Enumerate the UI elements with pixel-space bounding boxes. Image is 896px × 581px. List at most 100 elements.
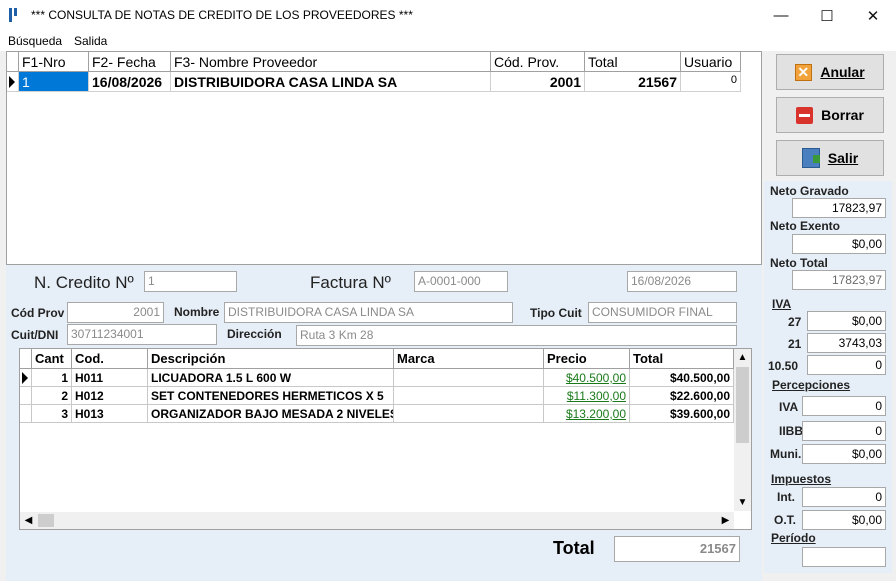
- row-indicator: [7, 72, 19, 92]
- iva-27-label: 27: [788, 315, 802, 329]
- iva-1050-field[interactable]: 0: [807, 355, 886, 375]
- menu-salida[interactable]: Salida: [74, 34, 107, 48]
- item-precio[interactable]: $13.200,00: [544, 405, 630, 423]
- cuit-field[interactable]: 30711234001: [67, 324, 217, 345]
- item-cod[interactable]: H012: [72, 387, 148, 405]
- items-col-descripcion[interactable]: Descripción: [148, 349, 394, 369]
- tipo-cuit-label: Tipo Cuit: [530, 306, 582, 320]
- items-vertical-scrollbar[interactable]: ▲ ▼: [734, 349, 751, 511]
- direccion-field[interactable]: Ruta 3 Km 28: [296, 325, 737, 346]
- tipo-cuit-field[interactable]: CONSUMIDOR FINAL: [588, 302, 737, 323]
- neto-gravado-label: Neto Gravado: [770, 184, 849, 198]
- periodo-field[interactable]: [802, 547, 886, 567]
- items-col-precio[interactable]: Precio: [544, 349, 630, 369]
- neto-exento-label: Neto Exento: [770, 219, 841, 233]
- close-button[interactable]: ✕: [850, 0, 896, 31]
- cell-fecha[interactable]: 16/08/2026: [89, 72, 171, 92]
- col-header-proveedor[interactable]: F3- Nombre Proveedor: [171, 52, 491, 72]
- fecha-field[interactable]: 16/08/2026: [627, 271, 737, 292]
- cell-total[interactable]: 21567: [585, 72, 681, 92]
- item-cant[interactable]: 1: [32, 369, 72, 387]
- iva-section-label: IVA: [772, 297, 792, 311]
- items-horizontal-scrollbar[interactable]: ◀ ▶: [20, 512, 734, 529]
- col-header-total[interactable]: Total: [585, 52, 681, 72]
- perc-iva-field[interactable]: 0: [802, 396, 886, 416]
- item-descripcion[interactable]: SET CONTENEDORES HERMETICOS X 5: [148, 387, 394, 405]
- item-precio[interactable]: $40.500,00: [544, 369, 630, 387]
- total-field[interactable]: 21567: [614, 536, 740, 562]
- item-precio-link[interactable]: $13.200,00: [566, 407, 626, 421]
- nombre-label: Nombre: [174, 305, 220, 319]
- perc-muni-field[interactable]: $0,00: [802, 444, 886, 464]
- neto-gravado-field[interactable]: 17823,97: [792, 198, 886, 218]
- item-descripcion[interactable]: LICUADORA 1.5 L 600 W: [148, 369, 394, 387]
- borrar-button[interactable]: Borrar: [776, 97, 884, 133]
- item-precio-link[interactable]: $11.300,00: [567, 389, 626, 403]
- scroll-up-icon[interactable]: ▲: [734, 349, 751, 366]
- item-total[interactable]: $39.600,00: [630, 405, 734, 423]
- cell-nro[interactable]: 1: [19, 72, 89, 92]
- impuestos-int-field[interactable]: 0: [802, 487, 886, 507]
- total-label: Total: [553, 538, 595, 558]
- item-cant[interactable]: 2: [32, 387, 72, 405]
- items-row-indicator: [20, 387, 32, 405]
- minimize-button[interactable]: —: [758, 0, 804, 31]
- scroll-down-icon[interactable]: ▼: [734, 494, 751, 511]
- item-descripcion[interactable]: ORGANIZADOR BAJO MESADA 2 NIVELES: [148, 405, 394, 423]
- impuestos-label: Impuestos: [771, 472, 832, 486]
- col-header-cod-prov[interactable]: Cód. Prov.: [491, 52, 585, 72]
- impuestos-ot-field[interactable]: $0,00: [802, 510, 886, 530]
- item-cod[interactable]: H013: [72, 405, 148, 423]
- iva-1050-label: 10.50: [768, 359, 799, 373]
- items-grid[interactable]: Cant Cod. Descripción Marca Precio Total…: [19, 348, 752, 530]
- scroll-left-icon[interactable]: ◀: [20, 512, 37, 529]
- cell-cod-prov[interactable]: 2001: [491, 72, 585, 92]
- n-credito-field[interactable]: 1: [144, 271, 237, 292]
- iva-21-label: 21: [788, 337, 802, 351]
- scroll-right-icon[interactable]: ▶: [717, 512, 734, 529]
- impuestos-ot-label: O.T.: [774, 513, 797, 527]
- item-marca[interactable]: [394, 369, 544, 387]
- item-total[interactable]: $22.600,00: [630, 387, 734, 405]
- cell-usuario[interactable]: 0: [681, 72, 741, 92]
- menu-busqueda[interactable]: Búsqueda: [8, 34, 62, 48]
- cod-prov-field[interactable]: 2001: [67, 302, 164, 323]
- items-col-cant[interactable]: Cant: [32, 349, 72, 369]
- cell-proveedor[interactable]: DISTRIBUIDORA CASA LINDA SA: [171, 72, 491, 92]
- items-col-total[interactable]: Total: [630, 349, 734, 369]
- maximize-button[interactable]: ☐: [804, 0, 850, 31]
- cuit-label: Cuit/DNI: [11, 328, 59, 342]
- item-precio[interactable]: $11.300,00: [544, 387, 630, 405]
- neto-total-label: Neto Total: [770, 256, 828, 270]
- neto-total-field[interactable]: 17823,97: [792, 270, 886, 290]
- anular-button[interactable]: ✕ Anular: [776, 54, 884, 90]
- cancel-icon: ✕: [795, 63, 813, 81]
- items-col-marca[interactable]: Marca: [394, 349, 544, 369]
- items-indicator-header: [20, 349, 32, 369]
- app-icon: [9, 8, 21, 22]
- col-header-fecha[interactable]: F2- Fecha: [89, 52, 171, 72]
- neto-exento-field[interactable]: $0,00: [792, 234, 886, 254]
- factura-field[interactable]: A-0001-000: [414, 271, 508, 292]
- salir-button[interactable]: Salir: [776, 140, 884, 176]
- title-bar: *** CONSULTA DE NOTAS DE CREDITO DE LOS …: [0, 0, 896, 31]
- col-header-nro[interactable]: F1-Nro: [19, 52, 89, 72]
- nombre-field[interactable]: DISTRIBUIDORA CASA LINDA SA: [224, 302, 513, 323]
- row-indicator-header: [7, 52, 19, 72]
- iva-27-field[interactable]: $0,00: [807, 311, 886, 331]
- perc-iibb-field[interactable]: 0: [802, 421, 886, 441]
- credit-notes-grid[interactable]: F1-Nro F2- Fecha F3- Nombre Proveedor Có…: [6, 51, 762, 265]
- col-header-usuario[interactable]: Usuario: [681, 52, 741, 72]
- perc-muni-label: Muni.: [770, 447, 802, 461]
- items-row-indicator: [20, 369, 32, 387]
- item-total[interactable]: $40.500,00: [630, 369, 734, 387]
- item-precio-link[interactable]: $40.500,00: [566, 371, 626, 385]
- iva-21-field[interactable]: 3743,03: [807, 333, 886, 353]
- item-marca[interactable]: [394, 387, 544, 405]
- vertical-scroll-thumb[interactable]: [736, 367, 749, 443]
- item-cod[interactable]: H011: [72, 369, 148, 387]
- item-marca[interactable]: [394, 405, 544, 423]
- horizontal-scroll-thumb[interactable]: [38, 514, 54, 527]
- items-col-cod[interactable]: Cod.: [72, 349, 148, 369]
- item-cant[interactable]: 3: [32, 405, 72, 423]
